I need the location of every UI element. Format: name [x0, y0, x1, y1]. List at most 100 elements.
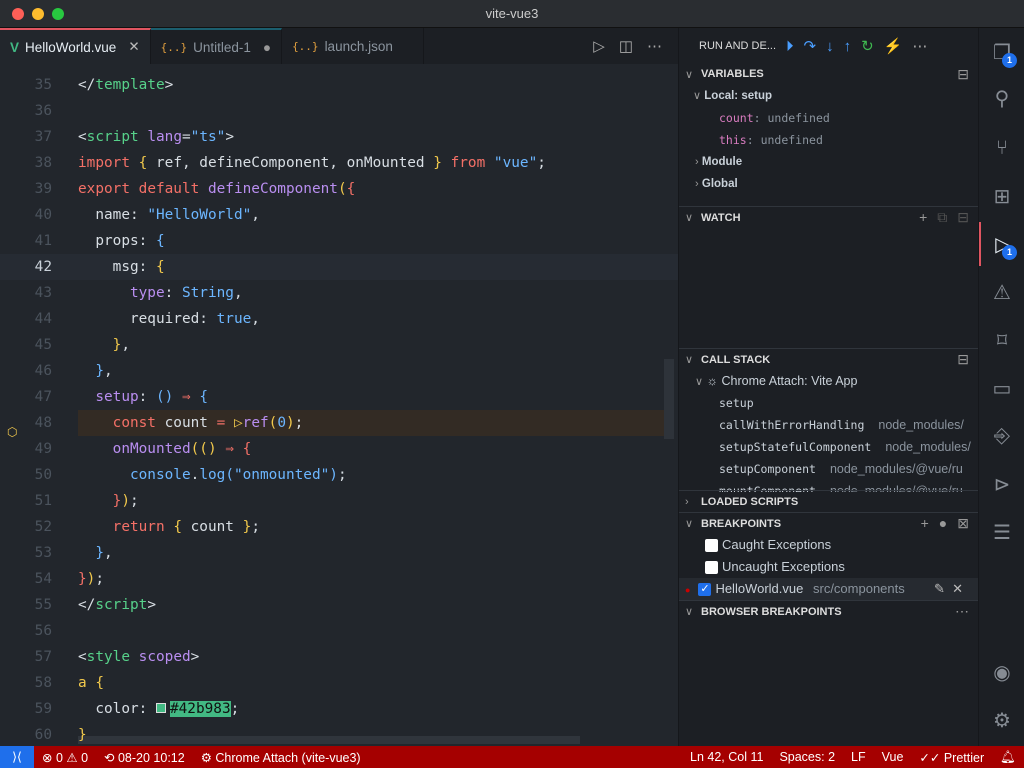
disconnect-icon[interactable]: ⚡ — [884, 37, 903, 55]
breakpoints-section-header[interactable]: ∨ BREAKPOINTS + ● ⊠ — [679, 512, 979, 534]
cursor-position[interactable]: Ln 42, Col 11 — [682, 750, 771, 765]
code-line[interactable]: 50 console.log("onmounted"); — [0, 462, 678, 488]
code-line[interactable]: 38 import { ref, defineComponent, onMount… — [0, 150, 678, 176]
code-editor[interactable]: 35 </template> 36 37 <script lang="ts"> 38 imp… — [0, 64, 678, 746]
more-icon[interactable]: ⋯ — [912, 37, 927, 55]
code-line[interactable]: 35 </template> — [0, 72, 678, 98]
tab-untitled-1[interactable]: {..} Untitled-1 ● — [150, 28, 283, 64]
unsaved-dot-icon[interactable]: ● — [263, 40, 271, 55]
code-line[interactable]: 43 type: String, — [0, 280, 678, 306]
code-line[interactable]: 47 setup: () ⇒ { — [0, 384, 678, 410]
code-line[interactable]: 39 export default defineComponent({ — [0, 176, 678, 202]
code-line[interactable]: 37 <script lang="ts"> — [0, 124, 678, 150]
tab-launch-json[interactable]: {..} launch.json — [282, 28, 424, 64]
minimize-window-button[interactable] — [32, 8, 44, 20]
end-of-line[interactable]: LF — [843, 750, 874, 765]
code-line[interactable]: 54}); — [0, 566, 678, 592]
step-over-icon[interactable]: ↷ — [804, 37, 817, 55]
checkbox[interactable] — [705, 539, 718, 553]
code-line[interactable]: 55 </script> — [0, 592, 678, 618]
scope-local[interactable]: ∨ Local: setup — [679, 85, 979, 107]
code-line[interactable]: 45 }, — [0, 332, 678, 358]
bookmark-icon[interactable]: ⌑ — [979, 318, 1024, 362]
breakpoint-uncaught-exceptions[interactable]: Uncaught Exceptions — [679, 556, 979, 578]
collapse-all-icon[interactable]: ⊟ — [957, 209, 969, 226]
code-line[interactable]: 49 onMounted(() ⇒ { — [0, 436, 678, 462]
code-line[interactable]: 41 props: { — [0, 228, 678, 254]
extensions-icon[interactable]: ⊞ — [979, 174, 1024, 218]
debug-console-icon[interactable]: ⎆ — [979, 414, 1024, 458]
code-line[interactable]: 36 — [0, 98, 678, 124]
remote-icon[interactable]: ⟩⟨ — [0, 746, 34, 768]
code-line[interactable]: 58 a { — [0, 670, 678, 696]
code-line[interactable]: 59 color: #42b983; — [0, 696, 678, 722]
code-line[interactable]: 56 — [0, 618, 678, 644]
close-window-button[interactable] — [12, 8, 24, 20]
code-line[interactable]: 60} — [0, 722, 678, 746]
source-control-icon[interactable]: ⑂ — [979, 126, 1024, 170]
code-line[interactable]: 40 name: "HelloWorld", — [0, 202, 678, 228]
scope-module[interactable]: › Module — [679, 151, 979, 173]
notifications-bell-icon[interactable]: 🔔︎ — [992, 750, 1024, 765]
step-into-icon[interactable]: ↓ — [826, 38, 834, 55]
call-stack-frame[interactable]: callWithErrorHandling node_modules/ — [679, 414, 979, 436]
prettier-status[interactable]: ✓✓ Prettier — [911, 750, 992, 765]
terminal-icon[interactable]: ⊳ — [979, 462, 1024, 506]
collapse-all-icon[interactable]: ⊟ — [957, 66, 969, 83]
code-line[interactable]: 46 }, — [0, 358, 678, 384]
settings-gear-icon[interactable]: ⚙ — [979, 698, 1024, 742]
add-icon[interactable]: + — [919, 209, 927, 226]
zoom-window-button[interactable] — [52, 8, 64, 20]
edit-icon[interactable]: ✎ ✕ — [934, 578, 963, 600]
checkbox[interactable]: ✓ — [698, 583, 712, 597]
search-icon[interactable]: ⚲ — [979, 76, 1024, 120]
step-out-icon[interactable]: ↑ — [844, 38, 852, 55]
remote-explorer-icon[interactable]: ▭ — [979, 366, 1024, 410]
account-icon[interactable]: ◉ — [979, 650, 1024, 694]
remove-all-icon[interactable]: ⊠ — [957, 515, 969, 532]
debug-session-status[interactable]: ⚙ Chrome Attach (vite-vue3) — [193, 750, 369, 765]
problems-status[interactable]: ⊗ 0 ⚠ 0 — [34, 750, 96, 765]
run-icon[interactable]: ▷ — [593, 37, 605, 55]
collapse-all-icon[interactable]: ⊟ — [957, 351, 969, 368]
loaded-scripts-section-header[interactable]: › LOADED SCRIPTS — [679, 490, 979, 512]
add-icon[interactable]: + — [921, 515, 929, 532]
call-stack-frame[interactable]: setupStatefulComponent node_modules/ — [679, 436, 979, 458]
breakpoint-caught-exceptions[interactable]: Caught Exceptions — [679, 534, 979, 556]
close-icon[interactable]: ✕ — [128, 39, 139, 55]
split-editor-icon[interactable]: ◫ — [619, 37, 633, 55]
timeline-status[interactable]: ⟲ 08-20 10:12 — [96, 750, 193, 765]
call-stack-frame[interactable]: setupComponent node_modules/@vue/ru — [679, 458, 979, 480]
toggle-breakpoints-icon[interactable]: ● — [939, 515, 947, 532]
continue-icon[interactable]: ⏵ — [786, 38, 794, 55]
call-stack-section-header[interactable]: ∨ CALL STACK ⊟ — [679, 348, 979, 370]
code-line[interactable]: 53 }, — [0, 540, 678, 566]
code-line[interactable]: 42 msg: { — [0, 254, 678, 280]
indentation[interactable]: Spaces: 2 — [771, 750, 843, 765]
tab-helloworld-vue[interactable]: V HelloWorld.vue ✕ — [0, 28, 151, 64]
run-debug-icon[interactable]: ▷ 1 — [979, 222, 1024, 266]
scope-global[interactable]: › Global — [679, 173, 979, 195]
code-line[interactable]: 51 }); — [0, 488, 678, 514]
debug-session[interactable]: ∨ ☼ Chrome Attach: Vite App — [679, 370, 979, 392]
code-line[interactable]: 57 <style scoped> — [0, 644, 678, 670]
notepad-icon[interactable]: ☰ — [979, 510, 1024, 554]
explorer-icon[interactable]: ❐ 1 — [979, 30, 1024, 74]
refresh-icon[interactable]: ⧉ — [937, 209, 947, 226]
restart-icon[interactable]: ↻ — [861, 37, 874, 55]
variable-row[interactable]: this: undefined — [679, 129, 979, 151]
problems-icon[interactable]: ⚠ — [979, 270, 1024, 314]
checkbox[interactable] — [705, 561, 718, 575]
code-line[interactable]: 44 required: true, — [0, 306, 678, 332]
watch-section-header[interactable]: ∨ WATCH + ⧉ ⊟ — [679, 206, 979, 228]
variables-section-header[interactable]: ∨ VARIABLES ⊟ — [679, 63, 979, 85]
code-line[interactable]: 52 return { count }; — [0, 514, 678, 540]
language-mode[interactable]: Vue — [874, 750, 912, 765]
breakpoint-helloworld[interactable]: ● ✓ HelloWorld.vue src/components ✎ ✕ — [679, 578, 979, 600]
call-stack-frame[interactable]: setup — [679, 392, 979, 414]
more-icon[interactable]: ⋯ — [955, 603, 969, 620]
more-icon[interactable]: ⋯ — [647, 37, 662, 55]
browser-breakpoints-section-header[interactable]: ∨ BROWSER BREAKPOINTS ⋯ — [679, 600, 979, 622]
variable-row[interactable]: count: undefined — [679, 107, 979, 129]
code-line[interactable]: ⬡ 48 const count = ▷ref(0); — [0, 410, 678, 439]
